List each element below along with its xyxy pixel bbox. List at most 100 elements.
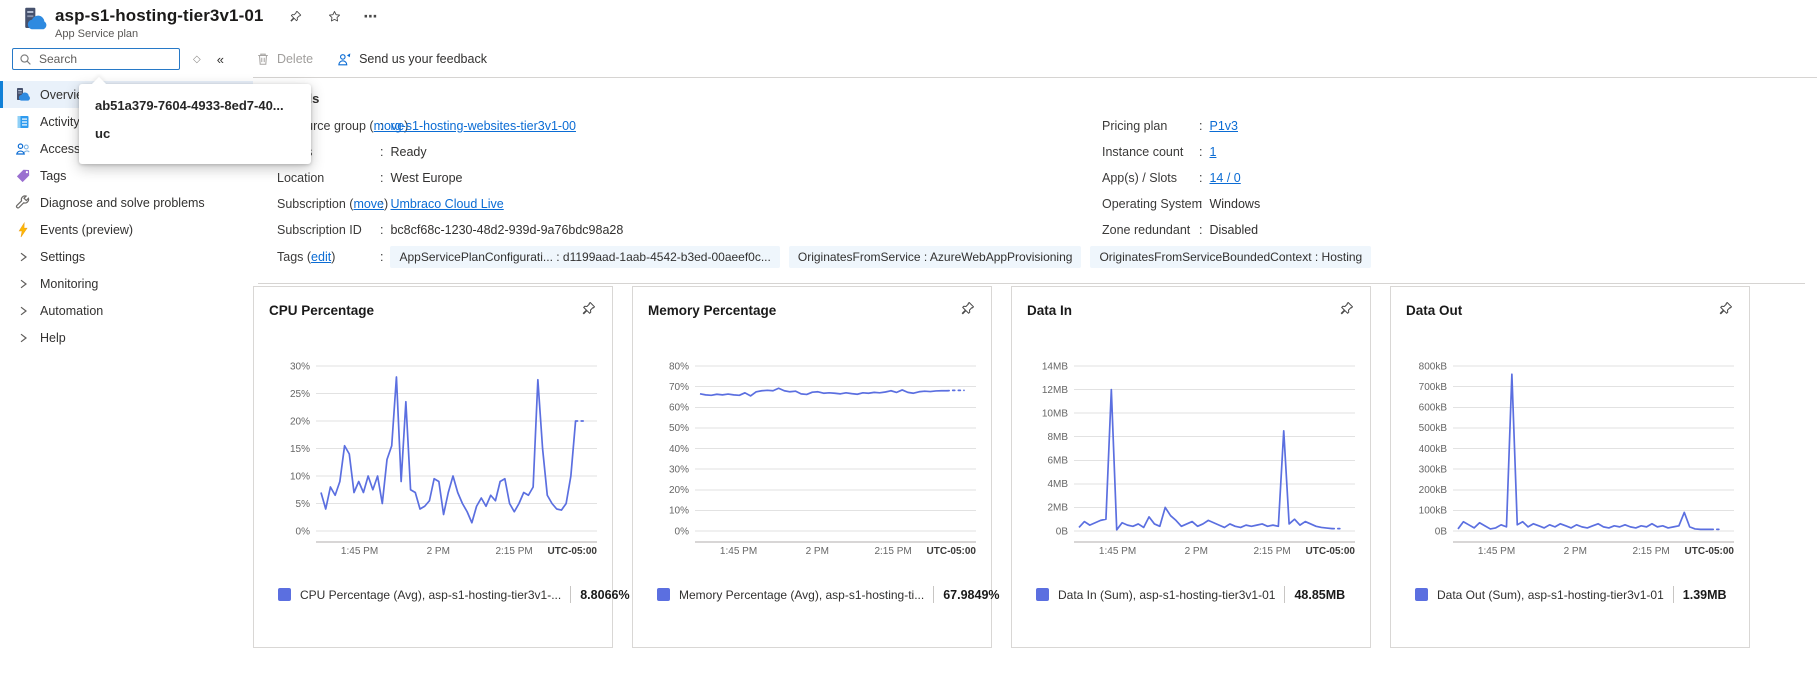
pin-icon[interactable] [289,10,302,23]
essentials-value: Ready [390,145,426,159]
essentials-label: Subscription (move) [277,197,380,211]
svg-text:20%: 20% [669,485,689,496]
svg-text:10%: 10% [290,471,310,482]
delete-button[interactable]: Delete [256,52,313,66]
svg-text:15%: 15% [290,444,310,455]
essentials-value: West Europe [390,171,462,185]
chart-legend: Memory Percentage (Avg), asp-s1-hosting-… [657,586,1000,603]
events-preview-icon [15,222,31,238]
essentials-value-link[interactable]: P1v3 [1209,119,1238,133]
essentials-label: Pricing plan [1102,119,1199,133]
search-input[interactable] [37,51,173,67]
favorite-star-icon[interactable] [328,10,341,23]
pin-chart-icon[interactable] [1718,301,1733,319]
svg-text:20%: 20% [290,416,310,427]
svg-text:2 PM: 2 PM [1185,546,1208,557]
colon-separator: : [380,250,383,264]
legend-series-name: Data In (Sum), asp-s1-hosting-tier3v1-01 [1058,588,1275,602]
tags-row: Tags (edit):AppServicePlanConfigurati...… [277,245,1380,269]
legend-swatch [1036,588,1049,601]
colon-separator: : [1199,171,1202,185]
essentials-right-column: Pricing plan:P1v3Instance count:1App(s) … [1102,113,1260,243]
essentials-row-location: Location:West Europe [277,165,623,191]
azure-portal-app-service-plan-overview: asp-s1-hosting-tier3v1-01 ⋯ App Service … [0,0,1817,673]
svg-text:0%: 0% [675,526,690,537]
app-service-plan-icon [21,6,48,33]
svg-text:400kB: 400kB [1419,444,1448,455]
legend-divider [1673,586,1674,603]
legend-divider [1284,586,1285,603]
sidebar-item-label: Help [40,331,66,345]
svg-text:1:45 PM: 1:45 PM [720,546,757,557]
pin-chart-icon[interactable] [960,301,975,319]
essentials-value-link[interactable]: rg-s1-hosting-websites-tier3v1-00 [390,119,576,133]
svg-text:0B: 0B [1056,526,1069,537]
trash-icon [256,52,270,66]
svg-text:6MB: 6MB [1047,456,1068,467]
legend-value: 48.85MB [1294,588,1345,602]
chart-legend: Data In (Sum), asp-s1-hosting-tier3v1-01… [1036,586,1345,603]
sidebar-item-help[interactable]: Help [0,324,253,351]
chart-legend: Data Out (Sum), asp-s1-hosting-tier3v1-0… [1415,586,1727,603]
collapse-menu-icon[interactable]: « [217,52,224,67]
colon-separator: : [380,119,383,133]
tag-value-tooltip: ab51a379-7604-4933-8ed7-40... uc [79,84,311,164]
essentials-row-resource-group: Resource group (move):rg-s1-hosting-webs… [277,113,623,139]
essentials-label: Subscription ID [277,223,380,237]
essentials-divider [258,283,1805,284]
sidebar-item-diagnose-and-solve-problems[interactable]: Diagnose and solve problems [0,189,253,216]
colon-separator: : [380,145,383,159]
essentials-left-column: Resource group (move):rg-s1-hosting-webs… [277,113,623,243]
sidebar-item-settings[interactable]: Settings [0,243,253,270]
tag-pill: OriginatesFromServiceBoundedContext : Ho… [1090,246,1371,268]
command-bar: ◇ « Delete Send us your feedback [12,47,487,71]
metric-chart: 30%25%20%15%10%5%0%1:45 PM2 PM2:15 PMUTC… [262,345,606,563]
colon-separator: : [380,223,383,237]
more-options-icon[interactable]: ⋯ [363,8,378,25]
svg-text:UTC-05:00: UTC-05:00 [1306,546,1356,557]
essentials-row-app-s-slots: App(s) / Slots:14 / 0 [1102,165,1260,191]
sidebar-item-label: Monitoring [40,277,98,291]
svg-text:40%: 40% [669,444,689,455]
essentials-value-link[interactable]: 1 [1209,145,1216,159]
svg-text:UTC-05:00: UTC-05:00 [548,546,598,557]
sidebar-item-monitoring[interactable]: Monitoring [0,270,253,297]
sidebar-item-events-preview[interactable]: Events (preview) [0,216,253,243]
essentials-label: App(s) / Slots [1102,171,1199,185]
svg-text:600kB: 600kB [1419,403,1448,414]
search-box[interactable] [12,48,180,70]
legend-swatch [1415,588,1428,601]
essentials-label: Zone redundant [1102,223,1199,237]
essentials-value-link[interactable]: 14 / 0 [1209,171,1240,185]
svg-text:12MB: 12MB [1042,385,1068,396]
feedback-button[interactable]: Send us your feedback [337,52,487,67]
svg-text:700kB: 700kB [1419,382,1448,393]
resize-handle-icon: ◇ [193,54,201,65]
svg-text:100kB: 100kB [1419,506,1448,517]
edit-tags-link[interactable]: edit [311,250,331,264]
svg-text:14MB: 14MB [1042,361,1068,372]
sidebar-item-automation[interactable]: Automation [0,297,253,324]
chart-title: Data In [1027,303,1072,318]
svg-text:50%: 50% [669,423,689,434]
pin-chart-icon[interactable] [581,301,596,319]
svg-text:200kB: 200kB [1419,485,1448,496]
tooltip-line-1: ab51a379-7604-4933-8ed7-40... [95,98,295,113]
pin-chart-icon[interactable] [1339,301,1354,319]
svg-text:2:15 PM: 2:15 PM [874,546,911,557]
resource-type-label: App Service plan [55,28,378,40]
header-divider [253,77,1817,78]
essentials-value-link[interactable]: Umbraco Cloud Live [390,197,503,211]
metric-chart: 80%70%60%50%40%30%20%10%0%1:45 PM2 PM2:1… [641,345,985,563]
svg-text:2 PM: 2 PM [806,546,829,557]
svg-text:UTC-05:00: UTC-05:00 [1685,546,1735,557]
chevron-right-icon [15,305,31,317]
svg-text:30%: 30% [669,464,689,475]
tooltip-line-2: uc [95,126,295,141]
chart-title: Data Out [1406,303,1462,318]
sidebar-item-tags[interactable]: Tags [0,162,253,189]
legend-swatch [657,588,670,601]
sidebar-item-label: Automation [40,304,103,318]
diagnose-and-solve-problems-icon [15,195,31,211]
svg-text:800kB: 800kB [1419,361,1448,372]
